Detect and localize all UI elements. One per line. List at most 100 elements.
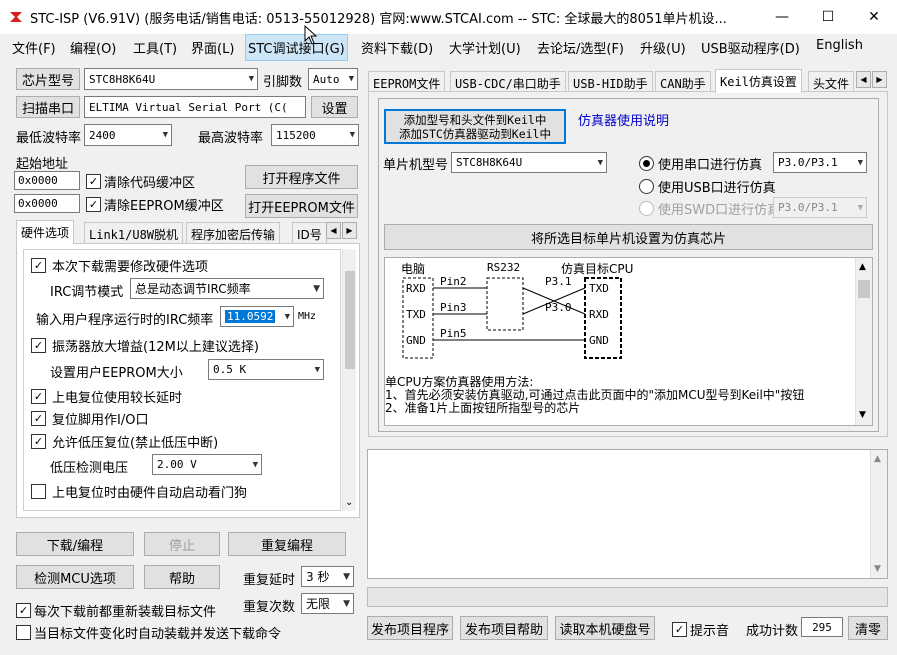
por-delay-checkbox[interactable]: ✓ 上电复位使用较长延时 [31,387,182,406]
help-button[interactable]: 帮助 [144,565,220,589]
repeat-count-select[interactable]: 无限 ▼ [301,593,354,614]
check-icon: ✓ [16,603,31,618]
eeprom-size-select[interactable]: 0.5 K ▼ [208,359,324,380]
set-emulation-chip-button[interactable]: 将所选目标单片机设置为仿真芯片 [384,224,873,250]
radio-usb-emulation[interactable]: 使用USB口进行仿真 [639,177,776,196]
menu-tools[interactable]: 工具(T) [133,38,177,57]
tab-hardware-options[interactable]: 硬件选项 [16,220,75,244]
clear-eeprom-checkbox[interactable]: ✓ 清除EEPROM缓冲区 [86,195,224,214]
tab-left-arrow-icon[interactable]: ◀ [326,222,341,239]
tab-right-arrow-icon[interactable]: ▶ [342,222,357,239]
chip-model-select[interactable]: STC8H8K64U ▼ [84,68,258,90]
auto-load-checkbox[interactable]: 当目标文件变化时自动装载并发送下载命令 [16,623,281,642]
repeat-delay-select[interactable]: 3 秒 ▼ [301,566,354,587]
check-icon: ✓ [31,258,46,273]
irc-mode-select[interactable]: 总是动态调节IRC频率 ▼ [130,278,324,299]
min-baud-select[interactable]: 2400 ▼ [84,124,172,146]
pins-select[interactable]: Auto ▼ [308,68,358,90]
radio-serial-emulation[interactable]: 使用串口进行仿真 [639,154,762,173]
menu-program[interactable]: 编程(O) [70,38,116,57]
scrollbar-thumb[interactable] [345,271,355,369]
menu-interface[interactable]: 界面(L) [191,38,234,57]
max-baud-select[interactable]: 115200 ▼ [271,124,359,146]
publish-program-button[interactable]: 发布项目程序 [367,616,453,640]
add-to-keil-button[interactable]: 添加型号和头文件到Keil中 添加STC仿真器驱动到Keil中 [384,109,566,144]
reset-io-label: 复位脚用作I/O口 [52,413,149,428]
emulator-help-link[interactable]: 仿真器使用说明 [578,110,669,129]
chevron-down-icon: ▼ [252,459,258,470]
lv-detect-select[interactable]: 2.00 V ▼ [152,454,262,475]
mcu-model-select[interactable]: STC8H8K64U ▼ [451,152,607,173]
beep-checkbox[interactable]: ✓ 提示音 [672,620,729,639]
menu-downloads[interactable]: 资料下载(D) [361,38,433,57]
modify-hw-checkbox[interactable]: ✓ 本次下载需要修改硬件选项 [31,256,208,275]
repeat-delay-label: 重复延时 [243,573,296,588]
menu-university[interactable]: 大学计划(U) [449,38,521,57]
osc-gain-checkbox[interactable]: ✓ 振荡器放大增益(12M以上建议选择) [31,336,259,355]
right-tab-strip: EEPROM文件 USB-CDC/串口助手 USB-HID助手 CAN助手 Ke… [368,69,888,95]
tab-right-arrow-icon[interactable]: ▶ [872,71,887,88]
minimize-button[interactable]: — [759,0,805,34]
chip-model-button[interactable]: 芯片型号 [16,68,80,90]
menu-usb-driver[interactable]: USB驱动程序(D) [701,38,800,57]
check-mcu-options-button[interactable]: 检测MCU选项 [16,565,134,589]
radio-swd-emulation[interactable]: 使用SWD口进行仿真 [639,199,780,218]
scrollbar-thumb[interactable] [858,280,870,298]
menu-upgrade[interactable]: 升级(U) [640,38,686,57]
open-program-file-button[interactable]: 打开程序文件 [245,165,358,189]
menu-debug-interface[interactable]: STC调试接口(G) [245,34,348,61]
scroll-up-icon[interactable]: ▲ [859,262,866,272]
scroll-down-icon[interactable]: ▼ [874,564,881,574]
reset-io-checkbox[interactable]: ✓ 复位脚用作I/O口 [31,409,148,428]
output-log-scrollbar[interactable]: ▲ ▼ [870,450,887,578]
wdt-checkbox[interactable]: 上电复位时由硬件自动启动看门狗 [31,482,247,501]
download-program-button[interactable]: 下载/编程 [16,532,134,556]
port-settings-button[interactable]: 设置 [311,96,358,118]
irc-freq-select[interactable]: 11.0592 ▼ [220,306,294,327]
reload-before-download-checkbox[interactable]: ✓ 每次下载前都重新装载目标文件 [16,601,216,620]
beep-label: 提示音 [690,624,730,639]
clear-count-button[interactable]: 清零 [848,616,888,640]
chevron-down-icon: ▼ [348,74,354,84]
radio-disabled-icon [639,201,654,216]
repeat-count-label: 重复次数 [243,600,296,615]
publish-help-button[interactable]: 发布项目帮助 [460,616,548,640]
clear-code-checkbox[interactable]: ✓ 清除代码缓冲区 [86,172,195,191]
open-eeprom-file-button[interactable]: 打开EEPROM文件 [245,194,358,218]
check-icon: ✓ [31,338,46,353]
diagram-scrollbar[interactable]: ▲ ▼ [855,258,872,425]
port-select[interactable]: ELTIMA Virtual Serial Port (C( [84,96,306,118]
eeprom-address-input[interactable]: 0x0000 [14,194,80,213]
swd-pins-select[interactable]: P3.0/P3.1 ▼ [773,197,867,218]
clear-eeprom-label: 清除EEPROM缓冲区 [104,199,224,214]
tab-left-arrow-icon[interactable]: ◀ [856,71,871,88]
maximize-button[interactable]: ☐ [805,0,851,34]
menu-file[interactable]: 文件(F) [12,38,56,57]
serial-pins-select[interactable]: P3.0/P3.1 ▼ [773,152,867,173]
repeat-delay-value: 3 秒 [306,570,330,584]
menu-english[interactable]: English [816,38,863,53]
reload-label: 每次下载前都重新装载目标文件 [34,605,217,620]
scroll-down-icon[interactable]: ▼ [859,410,866,420]
scan-port-button[interactable]: 扫描串口 [16,96,80,118]
diagram-pin3-label: Pin3 [440,301,467,314]
scroll-up-icon[interactable]: ▲ [874,454,881,464]
chevron-down-icon: ▼ [343,571,350,582]
add-to-keil-line2: 添加STC仿真器驱动到Keil中 [399,126,551,141]
code-address-input[interactable]: 0x0000 [14,171,80,190]
hardware-options-scrollbar[interactable]: ⌄ [342,249,356,511]
eeprom-size-label: 设置用户EEPROM大小 [50,366,183,381]
close-button[interactable]: ✕ [851,0,897,34]
read-disk-id-button[interactable]: 读取本机硬盘号 [555,616,655,640]
output-log[interactable]: ▲ ▼ [367,449,888,579]
tab-keil-emulation[interactable]: Keil仿真设置 [715,69,802,93]
lvr-checkbox[interactable]: ✓ 允许低压复位(禁止低压中断) [31,432,218,451]
chevron-down-icon: ▼ [284,311,290,322]
radio-usb-label: 使用USB口进行仿真 [658,181,776,196]
reprogram-button[interactable]: 重复编程 [228,532,346,556]
menu-forum[interactable]: 去论坛/选型(F) [537,38,624,57]
hardware-options-panel: ✓ 本次下载需要修改硬件选项 IRC调节模式 总是动态调节IRC频率 ▼ 输入用户程… [16,243,360,518]
scroll-down-icon[interactable]: ⌄ [345,497,353,508]
radio-serial-label: 使用串口进行仿真 [658,158,763,173]
stop-button[interactable]: 停止 [144,532,220,556]
